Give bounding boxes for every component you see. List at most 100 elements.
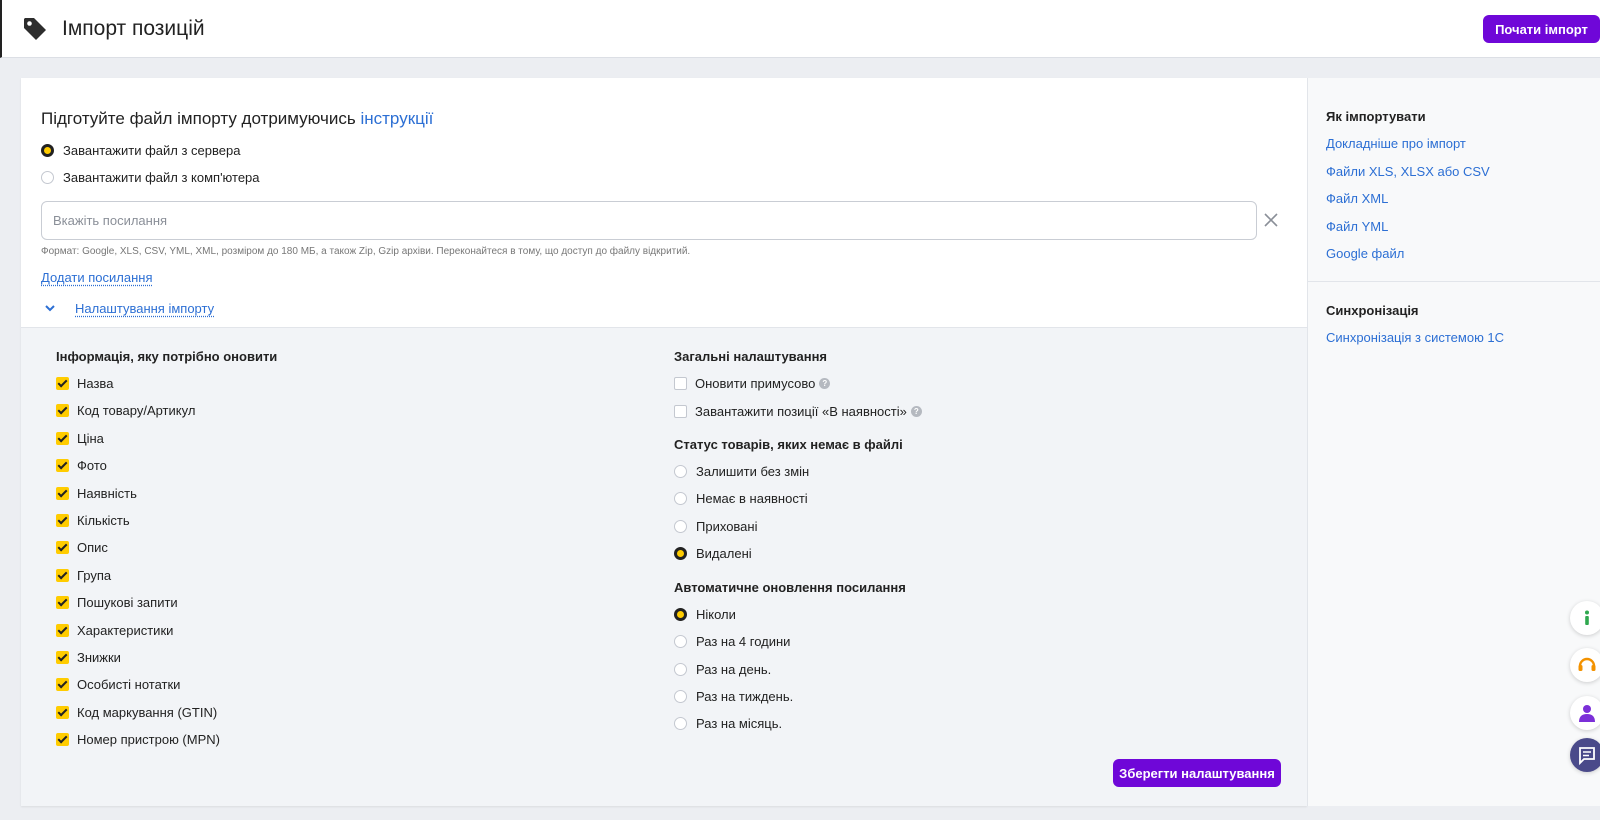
in-stock-option[interactable]: Завантажити позиції «В наявності» ? (674, 404, 922, 419)
person-icon (1577, 703, 1597, 723)
help-icon[interactable]: ? (819, 378, 830, 389)
checkbox[interactable] (674, 405, 687, 418)
start-import-button[interactable]: Почати імпорт (1483, 15, 1600, 43)
checkbox[interactable] (56, 651, 69, 664)
update-field-2[interactable]: Код товару/Артикул (56, 403, 195, 418)
auto-update-option-4[interactable]: Раз на тиждень. (674, 689, 793, 704)
checkbox-label: Фото (77, 458, 107, 473)
radio-button[interactable] (674, 717, 687, 730)
info-icon (1578, 609, 1596, 627)
checkbox[interactable] (56, 541, 69, 554)
radio-button[interactable] (674, 492, 687, 505)
checkbox-label: Номер пристрою (MPN) (77, 732, 220, 747)
import-settings-toggle[interactable]: Налаштування імпорту (75, 301, 214, 316)
import-heading: Підготуйте файл імпорту дотримуючись інс… (41, 109, 433, 129)
url-input[interactable] (41, 201, 1257, 240)
help-sidebar (1307, 78, 1600, 806)
update-field-5[interactable]: Наявність (56, 486, 137, 501)
update-field-8[interactable]: Група (56, 568, 111, 583)
how-to-import-title: Як імпортувати (1326, 109, 1426, 124)
sidebar-link-import-details[interactable]: Докладніше про імпорт (1326, 136, 1466, 151)
radio-label: Видалені (696, 546, 752, 561)
update-field-12[interactable]: Особисті нотатки (56, 677, 180, 692)
update-field-14[interactable]: Номер пристрою (MPN) (56, 732, 220, 747)
radio-button[interactable] (674, 663, 687, 676)
radio-label: Залишити без змін (696, 464, 809, 479)
page-title: Імпорт позицій (62, 17, 205, 41)
checkbox[interactable] (56, 624, 69, 637)
missing-status-option-3[interactable]: Приховані (674, 519, 757, 534)
format-hint: Формат: Google, XLS, CSV, YML, XML, розм… (41, 246, 690, 257)
checkbox-label: Особисті нотатки (77, 677, 180, 692)
instructions-link[interactable]: інструкції (360, 109, 433, 128)
checkbox-label: Назва (77, 376, 113, 391)
radio-button[interactable] (674, 608, 687, 621)
radio-label: Раз на 4 години (696, 634, 790, 649)
manager-button[interactable] (1570, 696, 1600, 730)
checkbox[interactable] (56, 514, 69, 527)
missing-status-option-2[interactable]: Немає в наявності (674, 491, 808, 506)
radio-button[interactable] (674, 690, 687, 703)
checkbox[interactable] (56, 733, 69, 746)
sidebar-link-xml[interactable]: Файл XML (1326, 191, 1388, 206)
radio-label: Раз на день. (696, 662, 771, 677)
radio-button[interactable] (41, 171, 54, 184)
checkbox[interactable] (56, 569, 69, 582)
update-field-11[interactable]: Знижки (56, 650, 121, 665)
radio-label: Немає в наявності (696, 491, 808, 506)
tag-icon (22, 16, 48, 42)
auto-update-option-5[interactable]: Раз на місяць. (674, 716, 782, 731)
radio-button[interactable] (41, 144, 54, 157)
radio-label: Приховані (696, 519, 757, 534)
sidebar-link-yml[interactable]: Файл YML (1326, 219, 1388, 234)
chat-button[interactable] (1570, 738, 1600, 772)
checkbox-label: Опис (77, 540, 108, 555)
auto-update-title: Автоматичне оновлення посилання (674, 580, 906, 595)
sync-title: Синхронізація (1326, 303, 1419, 318)
update-field-6[interactable]: Кількість (56, 513, 130, 528)
checkbox-label: Код товару/Артикул (77, 403, 195, 418)
source-computer-option[interactable]: Завантажити файл з комп'ютера (41, 170, 260, 185)
checkbox[interactable] (56, 404, 69, 417)
save-settings-button[interactable]: Зберегти налаштування (1113, 759, 1281, 787)
checkbox[interactable] (56, 432, 69, 445)
radio-button[interactable] (674, 635, 687, 648)
missing-status-option-4[interactable]: Видалені (674, 546, 752, 561)
support-button[interactable] (1570, 648, 1600, 682)
checkbox[interactable] (56, 596, 69, 609)
sidebar-link-xls[interactable]: Файли XLS, XLSX або CSV (1326, 164, 1490, 179)
auto-update-option-3[interactable]: Раз на день. (674, 662, 771, 677)
auto-update-option-2[interactable]: Раз на 4 години (674, 634, 790, 649)
add-link[interactable]: Додати посилання (41, 270, 153, 285)
update-field-4[interactable]: Фото (56, 458, 107, 473)
missing-status-option-1[interactable]: Залишити без змін (674, 464, 809, 479)
checkbox[interactable] (56, 706, 69, 719)
chevron-down-icon[interactable] (44, 303, 56, 313)
checkbox[interactable] (56, 377, 69, 390)
update-field-3[interactable]: Ціна (56, 431, 104, 446)
update-field-7[interactable]: Опис (56, 540, 108, 555)
checkbox[interactable] (56, 459, 69, 472)
sidebar-link-1c-sync[interactable]: Синхронізація з системою 1С (1326, 330, 1504, 345)
force-update-option[interactable]: Оновити примусово ? (674, 376, 830, 391)
radio-button[interactable] (674, 547, 687, 560)
radio-button[interactable] (674, 520, 687, 533)
radio-label: Раз на місяць. (696, 716, 782, 731)
chat-icon (1577, 745, 1597, 765)
update-info-title: Інформація, яку потрібно оновити (56, 349, 277, 364)
checkbox[interactable] (56, 487, 69, 500)
checkbox-label: Кількість (77, 513, 130, 528)
radio-button[interactable] (674, 465, 687, 478)
source-server-option[interactable]: Завантажити файл з сервера (41, 143, 240, 158)
update-field-1[interactable]: Назва (56, 376, 113, 391)
update-field-10[interactable]: Характеристики (56, 623, 173, 638)
checkbox[interactable] (56, 678, 69, 691)
update-field-9[interactable]: Пошукові запити (56, 595, 178, 610)
info-button[interactable] (1570, 601, 1600, 635)
checkbox[interactable] (674, 377, 687, 390)
auto-update-option-1[interactable]: Ніколи (674, 607, 736, 622)
help-icon[interactable]: ? (911, 406, 922, 417)
update-field-13[interactable]: Код маркування (GTIN) (56, 705, 217, 720)
close-icon[interactable] (1263, 212, 1279, 228)
sidebar-link-google[interactable]: Google файл (1326, 246, 1404, 261)
